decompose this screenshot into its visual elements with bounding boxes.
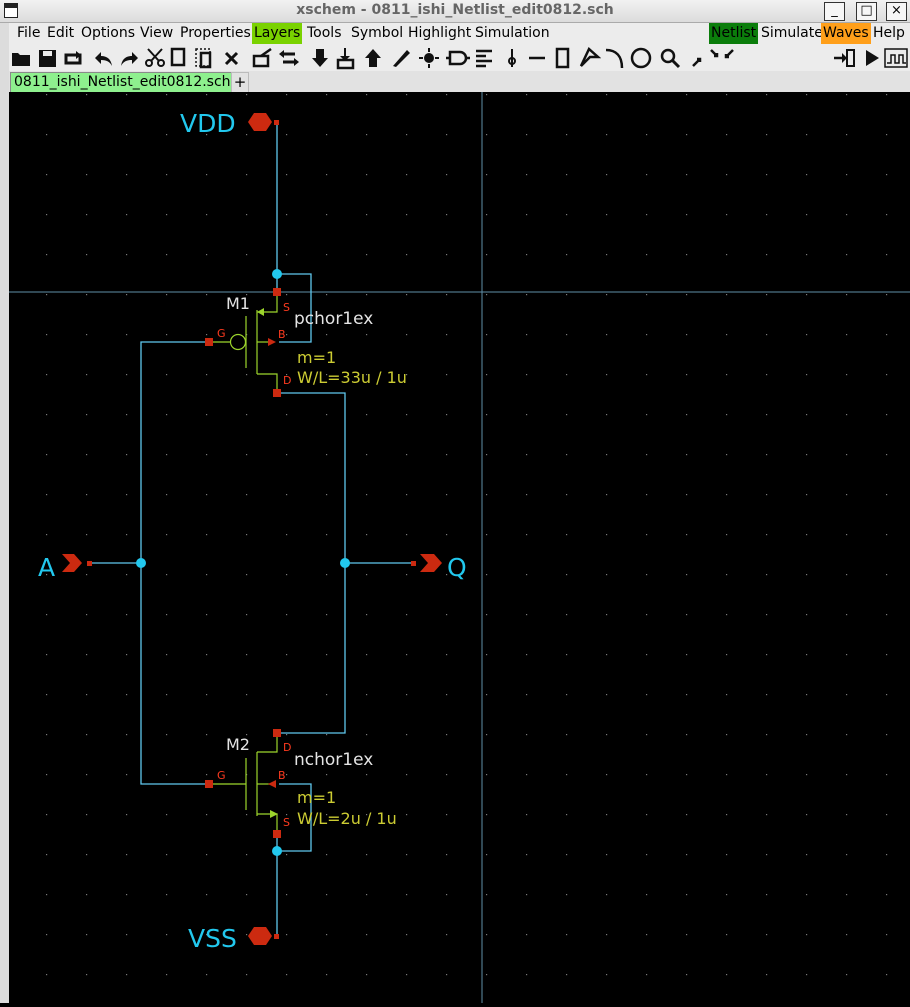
undo-icon[interactable] <box>92 46 116 70</box>
m1-model-label: pchor1ex <box>294 309 373 329</box>
junction <box>340 558 350 568</box>
menu-properties[interactable]: Properties <box>178 23 253 44</box>
netlist-push-icon[interactable] <box>832 46 856 70</box>
m2-pin-g: G <box>217 769 226 782</box>
arc-icon[interactable] <box>604 46 628 70</box>
close-button[interactable]: × <box>886 2 907 21</box>
menu-options[interactable]: Options <box>79 23 137 44</box>
make-symbol-icon[interactable] <box>334 46 358 70</box>
m2-pin-b: B <box>278 769 286 782</box>
pencil-icon[interactable] <box>389 46 413 70</box>
reload-icon[interactable] <box>62 46 86 70</box>
menu-view[interactable]: View <box>138 23 175 44</box>
run-icon[interactable] <box>860 46 884 70</box>
menu-tools[interactable]: Tools <box>305 23 344 44</box>
tab-bar: 0811_ishi_Netlist_edit0812.sch + <box>9 71 910 93</box>
menu-edit[interactable]: Edit <box>45 23 76 44</box>
m2-ref-label: M2 <box>226 735 250 754</box>
q-label: Q <box>447 553 467 582</box>
vdd-pin-port <box>274 120 279 125</box>
a-pin-port <box>87 561 92 566</box>
copy-icon[interactable] <box>168 46 192 70</box>
window-title: xschem - 0811_ishi_Netlist_edit0812.sch <box>296 2 614 18</box>
move-icon[interactable] <box>251 46 275 70</box>
swap-icon[interactable] <box>277 46 301 70</box>
highlight-icon[interactable] <box>417 46 441 70</box>
m1-mult-label: m=1 <box>297 348 336 367</box>
tab-active-schematic[interactable]: 0811_ishi_Netlist_edit0812.sch <box>10 72 235 93</box>
window-title-bar: xschem - 0811_ishi_Netlist_edit0812.sch … <box>0 0 910 23</box>
add-tab-button[interactable]: + <box>231 72 249 93</box>
probe-pin-icon[interactable] <box>500 46 524 70</box>
line-icon[interactable] <box>525 46 549 70</box>
m2-wl-label: W/L=2u / 1u <box>297 809 397 828</box>
cut-icon[interactable] <box>143 46 167 70</box>
canvas-grid <box>9 92 910 1003</box>
menu-netlist[interactable]: Netlist <box>709 23 759 44</box>
m2-pin-s: S <box>283 816 290 829</box>
redo-icon[interactable] <box>117 46 141 70</box>
menu-help[interactable]: Help <box>871 23 907 44</box>
vss-label: VSS <box>188 924 237 953</box>
q-pin-port <box>411 561 416 566</box>
m1-pin-s: S <box>283 301 290 314</box>
vss-pin-port <box>274 934 279 939</box>
pop-up-icon[interactable] <box>361 46 385 70</box>
minimize-button[interactable]: _ <box>824 2 845 21</box>
m1-wl-label: W/L=33u / 1u <box>297 368 407 387</box>
menu-file[interactable]: File <box>15 23 42 44</box>
menu-waves[interactable]: Waves <box>821 23 871 44</box>
rectangle-icon[interactable] <box>551 46 575 70</box>
schematic-canvas[interactable]: VDD VSS A Q M1 pchor1ex m=1 W/L=33u / 1u… <box>9 92 910 1003</box>
maximize-button[interactable]: □ <box>856 2 877 21</box>
waveform-icon[interactable] <box>884 46 908 70</box>
save-icon[interactable] <box>36 46 60 70</box>
push-down-icon[interactable] <box>308 46 332 70</box>
menu-layers[interactable]: Layers <box>252 23 303 44</box>
open-icon[interactable] <box>10 46 34 70</box>
insert-symbol-icon[interactable] <box>446 46 470 70</box>
align-icon[interactable] <box>472 46 496 70</box>
circle-icon[interactable] <box>629 46 653 70</box>
m1-pin-g: G <box>217 327 226 340</box>
m2-pin-d: D <box>283 741 291 754</box>
menu-bar: File Edit Options View Properties Layers… <box>9 23 910 44</box>
vdd-label: VDD <box>180 109 236 138</box>
m2-mult-label: m=1 <box>297 788 336 807</box>
m2-model-label: nchor1ex <box>294 750 373 770</box>
polygon-icon[interactable] <box>577 46 601 70</box>
menu-highlight[interactable]: Highlight <box>406 23 473 44</box>
m1-ref-label: M1 <box>226 294 250 313</box>
zoom-fit-icon[interactable] <box>689 46 734 70</box>
junction <box>136 558 146 568</box>
toolbar <box>9 44 910 71</box>
junction <box>272 269 282 279</box>
junction <box>272 846 282 856</box>
menu-simulate[interactable]: Simulate <box>759 23 825 44</box>
menu-simulation[interactable]: Simulation <box>473 23 552 44</box>
m1-pin-d: D <box>283 374 291 387</box>
delete-icon[interactable] <box>220 46 244 70</box>
paste-icon[interactable] <box>193 46 217 70</box>
menu-symbol[interactable]: Symbol <box>349 23 405 44</box>
zoom-icon[interactable] <box>658 46 682 70</box>
a-label: A <box>38 553 55 582</box>
left-window-edge <box>0 23 9 1003</box>
m1-pin-b: B <box>278 328 286 341</box>
